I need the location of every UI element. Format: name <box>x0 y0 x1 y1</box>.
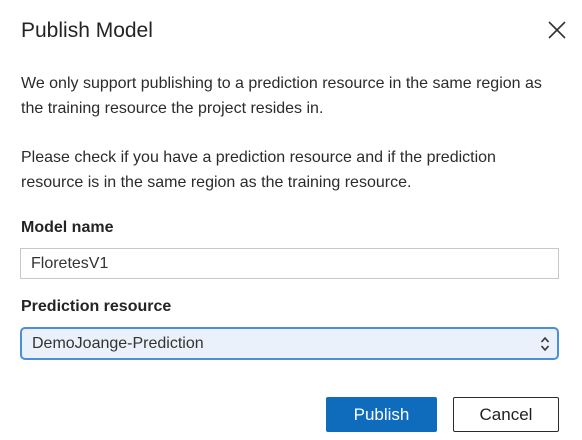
publish-model-dialog: Publish Model We only support publishing… <box>0 0 582 440</box>
dialog-title: Publish Model <box>21 19 153 42</box>
region-support-message: We only support publishing to a predicti… <box>21 75 542 117</box>
cancel-button[interactable]: Cancel <box>453 397 559 432</box>
publish-button[interactable]: Publish <box>326 397 437 432</box>
close-button[interactable] <box>546 19 568 41</box>
model-name-input[interactable] <box>20 248 559 279</box>
model-name-label: Model name <box>21 219 114 236</box>
close-icon <box>548 21 566 39</box>
region-check-message: Please check if you have a prediction re… <box>21 149 496 191</box>
prediction-resource-select[interactable]: DemoJoange-Prediction <box>20 327 559 360</box>
prediction-resource-selected-value: DemoJoange-Prediction <box>32 335 204 352</box>
updown-chevron-icon <box>540 337 550 351</box>
prediction-resource-label: Prediction resource <box>21 298 172 315</box>
